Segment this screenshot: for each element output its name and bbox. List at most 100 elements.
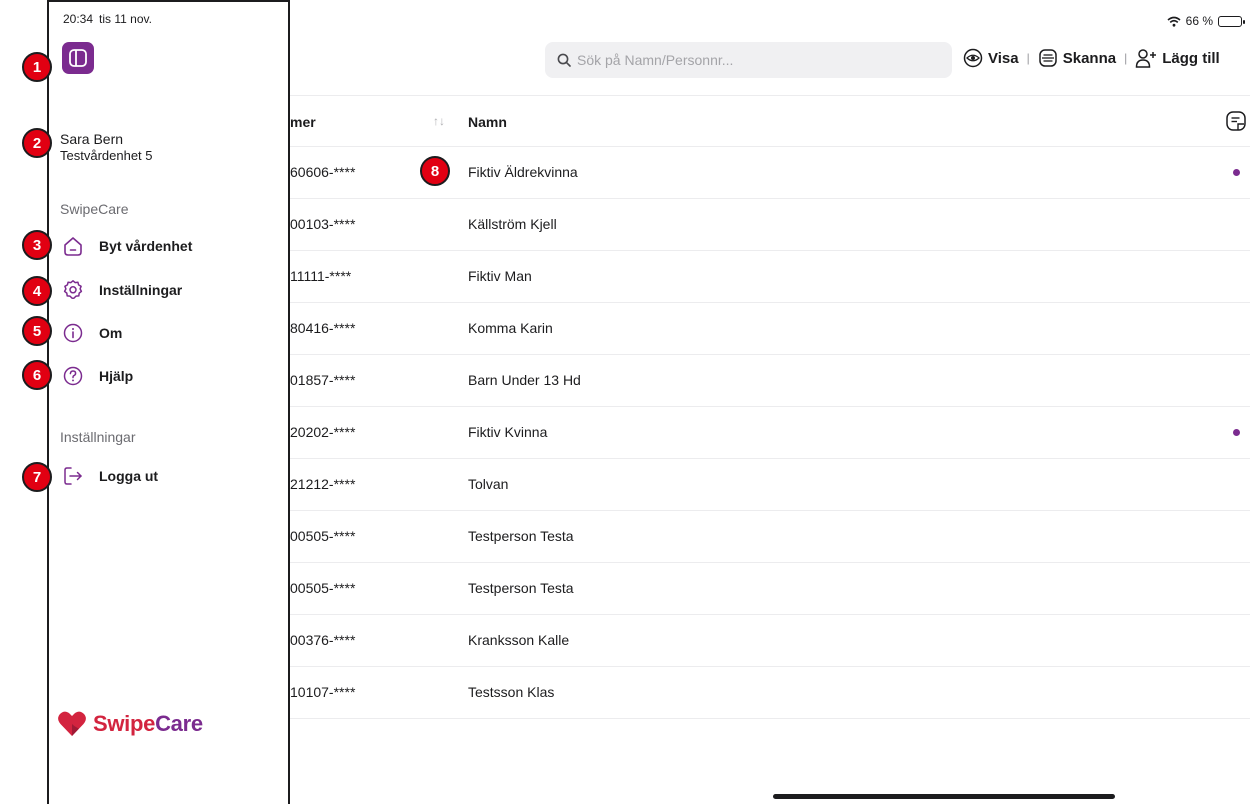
annotation-marker: 6 xyxy=(22,360,52,390)
status-time: 20:34 xyxy=(63,12,94,26)
search-icon xyxy=(557,53,571,67)
logo-text: SwipeCare xyxy=(93,711,203,737)
wifi-icon xyxy=(1167,16,1181,27)
home-icon xyxy=(61,234,85,258)
row-name: Testsson Klas xyxy=(468,684,555,700)
gear-icon xyxy=(61,278,85,302)
table-row[interactable]: 20202-**** Fiktiv Kvinna xyxy=(290,407,1250,459)
menu-item-byt-vardenhet[interactable]: Byt vårdenhet xyxy=(61,234,192,258)
header-name[interactable]: Namn xyxy=(468,114,507,130)
logout-icon xyxy=(61,464,85,488)
row-name: Komma Karin xyxy=(468,320,553,336)
annotation-marker: 7 xyxy=(22,462,52,492)
row-name: Tolvan xyxy=(468,476,509,492)
info-icon xyxy=(61,321,85,345)
table-row[interactable]: 00103-**** Källström Kjell xyxy=(290,199,1250,251)
visa-button[interactable]: Visa xyxy=(963,48,1019,68)
annotation-marker: 8 xyxy=(420,156,450,186)
table-row[interactable]: 11111-**** Fiktiv Man xyxy=(290,251,1250,303)
table-row[interactable]: 00505-**** Testperson Testa xyxy=(290,511,1250,563)
sidebar-icon xyxy=(69,49,87,67)
row-name: Fiktiv Äldrekvinna xyxy=(468,164,578,180)
annotation-marker: 2 xyxy=(22,128,52,158)
annotation-marker: 5 xyxy=(22,316,52,346)
row-personnummer: 11111-**** xyxy=(290,268,352,284)
menu-label: Om xyxy=(99,325,123,341)
row-name: Barn Under 13 Hd xyxy=(468,372,581,388)
sidebar-toggle-button[interactable] xyxy=(62,42,94,74)
battery-percent: 66 % xyxy=(1185,14,1213,28)
skanna-label: Skanna xyxy=(1062,49,1117,67)
scan-icon xyxy=(1038,49,1057,67)
menu-label: Inställningar xyxy=(99,282,183,298)
row-personnummer: 00376-**** xyxy=(290,632,356,648)
lagg-till-label: Lägg till xyxy=(1162,49,1220,67)
search-input[interactable] xyxy=(577,52,937,68)
patient-list-pane: 66 % Visa | xyxy=(290,0,1250,804)
table-header: mer ↑↓ Namn xyxy=(290,95,1250,147)
toolbar: Visa | Skanna | Lägg till xyxy=(963,48,1220,68)
eye-icon xyxy=(963,48,983,68)
user-unit: Testvårdenhet 5 xyxy=(60,148,153,163)
row-name: Kranksson Kalle xyxy=(468,632,570,648)
section-label-installningar: Inställningar xyxy=(60,429,136,445)
sidebar: 20:34 tis 11 nov. Sara Bern Testvårdenhet… xyxy=(47,0,290,804)
row-personnummer: 60606-**** xyxy=(290,164,356,180)
section-label-swipecare: SwipeCare xyxy=(60,201,129,217)
home-indicator xyxy=(773,794,1115,799)
row-name: Fiktiv Kvinna xyxy=(468,424,548,440)
row-name: Testperson Testa xyxy=(468,528,574,544)
menu-item-hjalp[interactable]: Hjälp xyxy=(61,364,133,388)
row-personnummer: 21212-**** xyxy=(290,476,356,492)
add-patient-button[interactable]: Lägg till xyxy=(1135,48,1220,68)
row-personnummer: 00505-**** xyxy=(290,580,356,596)
skanna-button[interactable]: Skanna xyxy=(1038,48,1116,68)
sort-icon[interactable]: ↑↓ xyxy=(433,114,445,128)
table-row[interactable]: 00376-**** Kranksson Kalle xyxy=(290,615,1250,667)
row-personnummer: 10107-**** xyxy=(290,684,356,700)
row-personnummer: 00505-**** xyxy=(290,528,356,544)
heart-icon xyxy=(58,711,86,736)
note-indicator-dot xyxy=(1233,429,1240,436)
battery-icon xyxy=(1218,15,1245,27)
table-row[interactable]: 01857-**** Barn Under 13 Hd xyxy=(290,355,1250,407)
table-row[interactable]: 00505-**** Testperson Testa xyxy=(290,563,1250,615)
logo-text-care: Care xyxy=(155,710,203,736)
menu-label: Logga ut xyxy=(99,468,159,484)
menu-item-om[interactable]: Om xyxy=(61,321,122,345)
menu-label: Hjälp xyxy=(99,368,134,384)
search-bar[interactable] xyxy=(545,42,952,78)
row-personnummer: 80416-**** xyxy=(290,320,356,336)
toolbar-separator: | xyxy=(1124,51,1128,65)
annotation-marker: 3 xyxy=(22,230,52,260)
row-name: Källström Kjell xyxy=(468,216,557,232)
table-row[interactable]: 80416-**** Komma Karin xyxy=(290,303,1250,355)
annotation-marker: 1 xyxy=(22,52,52,82)
logo-text-swipe: Swipe xyxy=(93,710,156,736)
table-row[interactable]: 21212-**** Tolvan xyxy=(290,459,1250,511)
row-name: Testperson Testa xyxy=(468,580,574,596)
header-personnummer[interactable]: mer xyxy=(290,114,316,130)
note-indicator-dot xyxy=(1233,169,1240,176)
status-bar-right: 66 % xyxy=(1167,14,1245,28)
visa-label: Visa xyxy=(988,49,1019,67)
menu-item-logga-ut[interactable]: Logga ut xyxy=(61,464,158,488)
menu-item-installningar[interactable]: Inställningar xyxy=(61,278,182,302)
note-icon[interactable] xyxy=(1225,110,1247,135)
user-name: Sara Bern xyxy=(60,131,124,147)
help-icon xyxy=(61,364,85,388)
table-body: 60606-**** Fiktiv Äldrekvinna 00103-**** Kä… xyxy=(290,147,1250,719)
table-row[interactable]: 10107-**** Testsson Klas xyxy=(290,667,1250,719)
row-personnummer: 01857-**** xyxy=(290,372,356,388)
menu-label: Byt vårdenhet xyxy=(99,238,193,254)
row-name: Fiktiv Man xyxy=(468,268,532,284)
patient-table: mer ↑↓ Namn 60606-**** Fiktiv Äldrekvinna… xyxy=(290,95,1250,719)
row-personnummer: 20202-**** xyxy=(290,424,356,440)
add-person-icon xyxy=(1135,49,1157,68)
swipecare-logo: SwipeCare xyxy=(57,710,203,737)
status-date: tis 11 nov. xyxy=(99,12,152,26)
toolbar-separator: | xyxy=(1026,51,1030,65)
row-personnummer: 00103-**** xyxy=(290,216,356,232)
annotation-marker: 4 xyxy=(22,276,52,306)
status-bar-left: 20:34 tis 11 nov. xyxy=(63,12,152,26)
